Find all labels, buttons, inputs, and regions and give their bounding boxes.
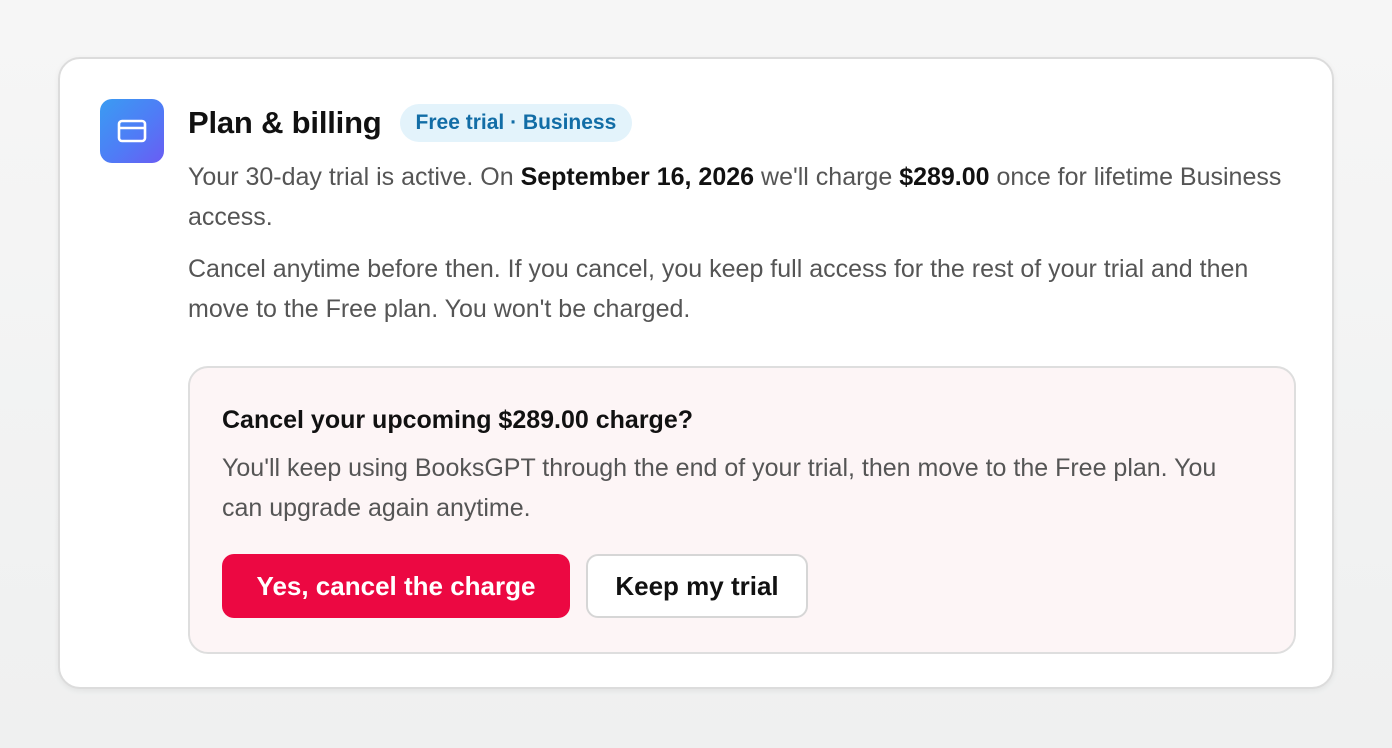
trial-summary: Your 30-day trial is active. On Septembe… [188,157,1296,237]
confirm-cancel-charge-button[interactable]: Yes, cancel the charge [222,554,570,618]
charge-amount: $289.00 [899,163,990,191]
title-row: Plan & billing Free trial · Business [188,99,1296,147]
cancel-policy-text: Cancel anytime before then. If you cance… [188,255,1249,323]
billing-content: Plan & billing Free trial · Business You… [188,99,1296,654]
keep-trial-button[interactable]: Keep my trial [586,554,808,618]
cancel-charge-prompt: Cancel your upcoming $289.00 charge? You… [188,366,1296,654]
billing-card: Plan & billing Free trial · Business You… [58,57,1334,689]
page-title: Plan & billing [188,105,382,140]
trial-summary-intro: Your 30-day trial is active. On [188,163,521,191]
cancel-prompt-title: Cancel your upcoming $289.00 charge? [222,406,693,434]
charge-date: September 16, 2026 [520,163,755,191]
trial-summary-mid: we'll charge [754,163,900,191]
credit-card-icon [100,99,164,163]
plan-status-badge: Free trial · Business [399,104,633,142]
cancel-prompt-description: You'll keep using BooksGPT through the e… [222,454,1217,522]
cancel-prompt-actions: Yes, cancel the charge Keep my trial [222,554,808,618]
